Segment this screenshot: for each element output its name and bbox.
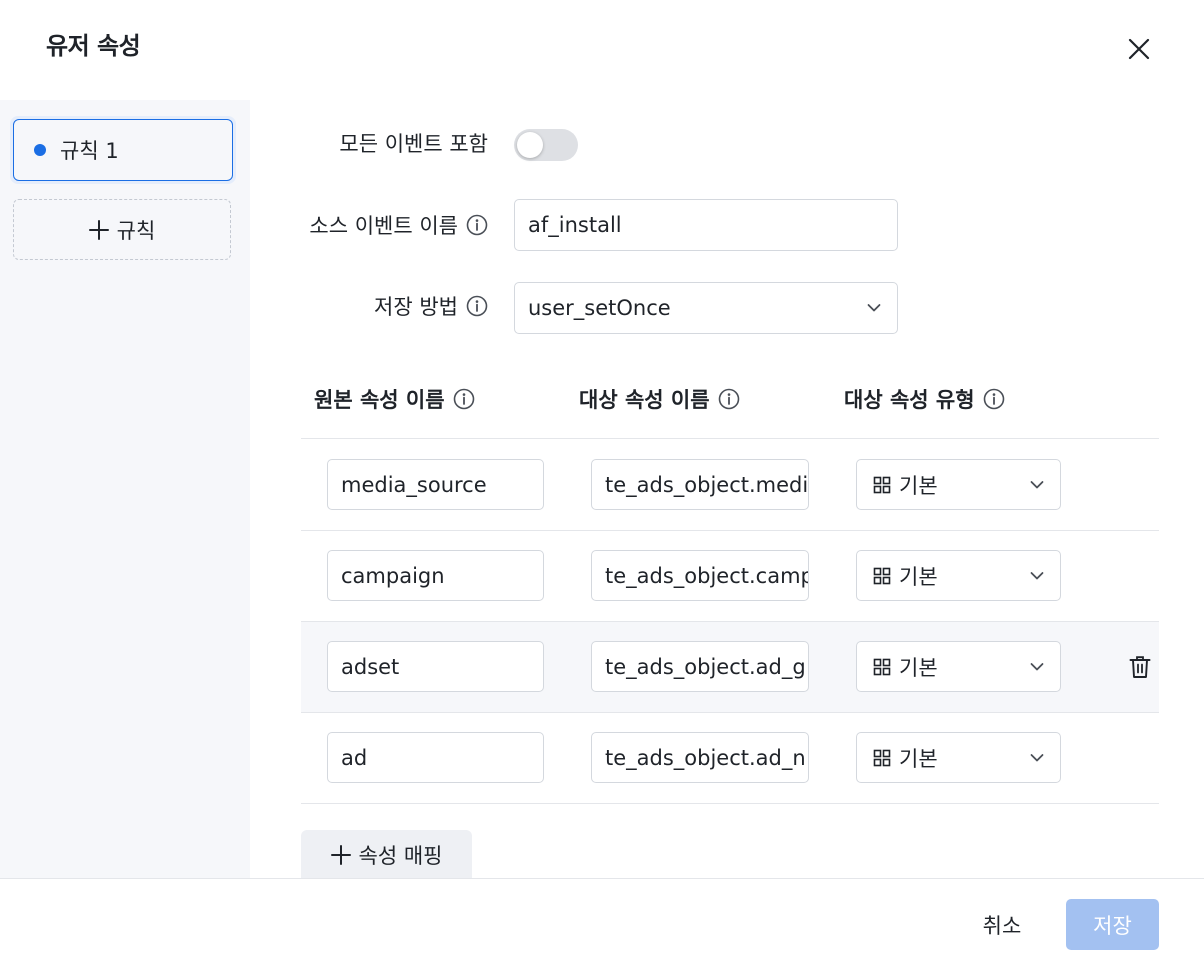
target-type-select[interactable]: 기본 (856, 550, 1061, 601)
grid-icon (873, 476, 891, 494)
include-all-events-text: 모든 이벤트 포함 (339, 132, 488, 156)
source-event-text: 소스 이벤트 이름 (309, 214, 458, 238)
save-method-select[interactable]: user_setOnce (514, 282, 898, 334)
include-all-events-toggle[interactable] (514, 129, 578, 161)
chevron-down-icon (1030, 753, 1044, 762)
header-source-property-text: 원본 속성 이름 (314, 388, 445, 412)
target-type-select[interactable]: 기본 (856, 732, 1061, 783)
header-target-property: 대상 속성 이름 (579, 384, 740, 414)
close-button[interactable] (1122, 32, 1156, 66)
target-type-value: 기본 (899, 746, 938, 771)
header-target-type: 대상 속성 유형 (844, 384, 1005, 414)
target-property-input[interactable]: te_ads_object.medi (591, 459, 809, 510)
source-property-value: adset (341, 654, 400, 679)
rule-item-label: 규칙 1 (60, 139, 119, 163)
source-event-value: af_install (528, 213, 622, 237)
source-event-input[interactable]: af_install (514, 199, 898, 251)
target-type-value: 기본 (899, 564, 938, 589)
source-property-value: campaign (341, 563, 445, 588)
cancel-button[interactable]: 취소 (962, 899, 1042, 950)
source-property-input[interactable]: campaign (327, 550, 544, 601)
target-property-value: te_ads_object.medi (605, 472, 809, 497)
add-property-mapping-label: 속성 매핑 (358, 844, 443, 868)
chevron-down-icon (1030, 662, 1044, 671)
info-icon[interactable] (466, 295, 488, 317)
grid-icon (873, 567, 891, 585)
source-property-value: ad (341, 745, 368, 770)
target-property-input[interactable]: te_ads_object.ad_n (591, 732, 809, 783)
source-event-label: 소스 이벤트 이름 (290, 210, 488, 240)
trash-icon (1129, 656, 1151, 678)
table-divider (301, 530, 1159, 531)
target-property-input[interactable]: te_ads_object.camp (591, 550, 809, 601)
target-property-input[interactable]: te_ads_object.ad_g (591, 641, 809, 692)
add-property-mapping-button[interactable]: 속성 매핑 (301, 830, 472, 880)
target-type-select[interactable]: 기본 (856, 459, 1061, 510)
info-icon[interactable] (718, 388, 740, 410)
target-property-value: te_ads_object.ad_g (605, 654, 806, 679)
table-divider (301, 621, 1159, 622)
save-method-text: 저장 방법 (374, 295, 458, 319)
source-property-value: media_source (341, 472, 487, 497)
header-target-type-text: 대상 속성 유형 (844, 388, 975, 412)
save-method-label: 저장 방법 (290, 291, 488, 321)
target-type-value: 기본 (899, 473, 938, 498)
table-divider (301, 803, 1159, 804)
source-property-input[interactable]: media_source (327, 459, 544, 510)
toggle-knob (517, 132, 543, 158)
delete-row-button[interactable] (1127, 654, 1153, 680)
rules-sidebar: 규칙 1 규칙 (0, 100, 250, 878)
source-property-input[interactable]: adset (327, 641, 544, 692)
plus-icon (330, 845, 351, 865)
target-property-value: te_ads_object.camp (605, 563, 809, 588)
info-icon[interactable] (466, 214, 488, 236)
save-button[interactable]: 저장 (1066, 899, 1159, 950)
target-type-value: 기본 (899, 655, 938, 680)
close-icon (1128, 38, 1150, 60)
target-property-value: te_ads_object.ad_n (605, 745, 806, 770)
rule-item-1-inner: 규칙 1 (13, 119, 233, 181)
header-target-property-text: 대상 속성 이름 (579, 388, 710, 412)
save-method-value: user_setOnce (528, 296, 671, 320)
table-divider (301, 438, 1159, 439)
plus-icon (88, 219, 109, 240)
chevron-down-icon (867, 304, 881, 313)
add-rule-label: 규칙 (116, 218, 156, 243)
active-dot-icon (34, 144, 46, 156)
include-all-events-label: 모든 이벤트 포함 (300, 128, 488, 158)
grid-icon (873, 749, 891, 767)
target-type-select[interactable]: 기본 (856, 641, 1061, 692)
add-rule-button[interactable]: 규칙 (13, 199, 231, 260)
modal-title: 유저 속성 (46, 32, 141, 60)
rule-item-1[interactable]: 규칙 1 (10, 116, 236, 184)
chevron-down-icon (1030, 571, 1044, 580)
table-divider (301, 712, 1159, 713)
modal-footer: 취소 저장 (0, 878, 1204, 960)
grid-icon (873, 658, 891, 676)
user-property-modal: 유저 속성 규칙 1 규칙 모든 이벤트 포함 소스 이벤트 이름 af_ins… (0, 0, 1204, 960)
source-property-input[interactable]: ad (327, 732, 544, 783)
chevron-down-icon (1030, 480, 1044, 489)
header-source-property: 원본 속성 이름 (314, 384, 475, 414)
info-icon[interactable] (983, 388, 1005, 410)
info-icon[interactable] (453, 388, 475, 410)
